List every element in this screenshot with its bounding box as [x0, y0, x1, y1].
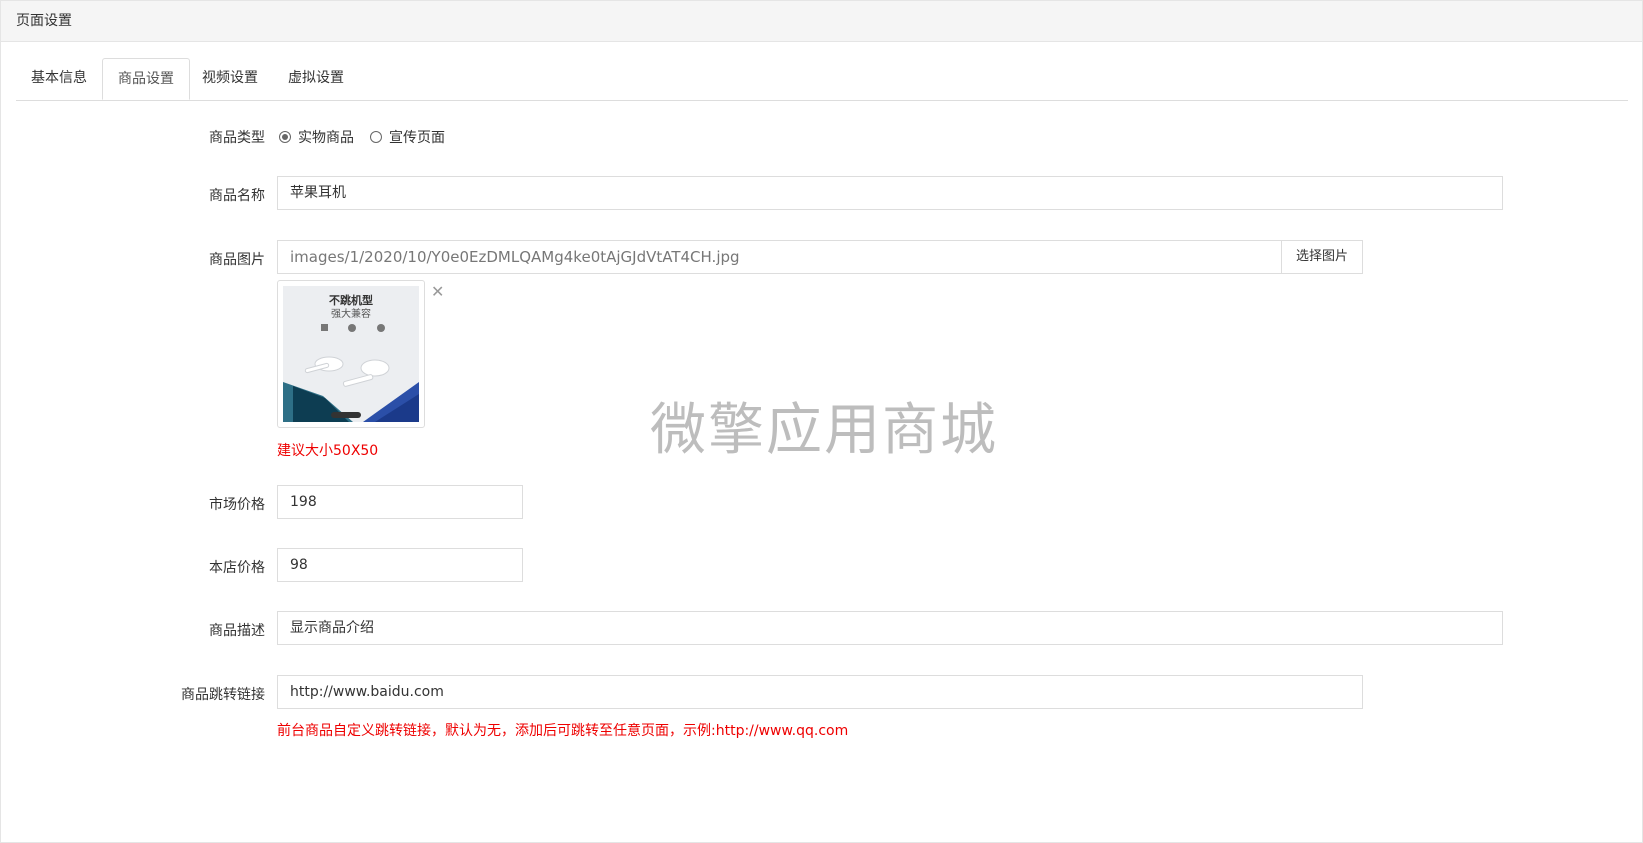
radio-physical-product-label[interactable]: 实物商品 — [298, 127, 354, 147]
choose-image-button[interactable]: 选择图片 — [1281, 240, 1363, 274]
panel-title: 页面设置 — [1, 1, 1642, 42]
thumb-text-line2: 强大兼容 — [331, 307, 371, 320]
product-name-input[interactable]: 苹果耳机 — [277, 176, 1503, 210]
tab-bar: 基本信息 商品设置 视频设置 虚拟设置 — [16, 58, 1628, 101]
description-label: 商品描述 — [209, 623, 265, 639]
jump-link-label: 商品跳转链接 — [181, 687, 265, 703]
thumb-text-line1: 不跳机型 — [329, 293, 373, 307]
product-name-label: 商品名称 — [209, 188, 265, 204]
image-size-hint: 建议大小50X50 — [277, 443, 379, 459]
thumbnail-preview: 不跳机型 强大兼容 — [283, 286, 419, 422]
radio-promo-page[interactable] — [370, 131, 382, 143]
tab-basic-info[interactable]: 基本信息 — [16, 58, 102, 99]
market-price-label: 市场价格 — [209, 497, 265, 513]
watermark-text: 微擎应用商城 — [650, 398, 998, 463]
jump-link-hint: 前台商品自定义跳转链接，默认为无，添加后可跳转至任意页面，示例:http://w… — [277, 723, 849, 739]
description-input[interactable]: 显示商品介绍 — [277, 611, 1503, 645]
shop-price-label: 本店价格 — [209, 560, 265, 576]
product-image-path-input[interactable]: images/1/2020/10/Y0e0EzDMLQAMg4ke0tAjGJd… — [277, 240, 1282, 274]
earbuds-image: 不跳机型 强大兼容 — [283, 286, 419, 422]
product-image-label: 商品图片 — [209, 252, 265, 268]
radio-promo-page-label[interactable]: 宣传页面 — [389, 127, 445, 147]
radio-physical-product[interactable] — [279, 131, 291, 143]
tab-virtual-settings[interactable]: 虚拟设置 — [273, 58, 359, 99]
tab-product-settings[interactable]: 商品设置 — [102, 58, 190, 100]
shop-price-input[interactable]: 98 — [277, 548, 523, 582]
jump-link-input[interactable]: http://www.baidu.com — [277, 675, 1363, 709]
tab-video-settings[interactable]: 视频设置 — [187, 58, 273, 99]
remove-image-icon[interactable]: ✕ — [431, 284, 444, 300]
product-image-thumbnail: 不跳机型 强大兼容 — [277, 280, 425, 428]
market-price-input[interactable]: 198 — [277, 485, 523, 519]
product-type-label: 商品类型 — [209, 130, 265, 146]
